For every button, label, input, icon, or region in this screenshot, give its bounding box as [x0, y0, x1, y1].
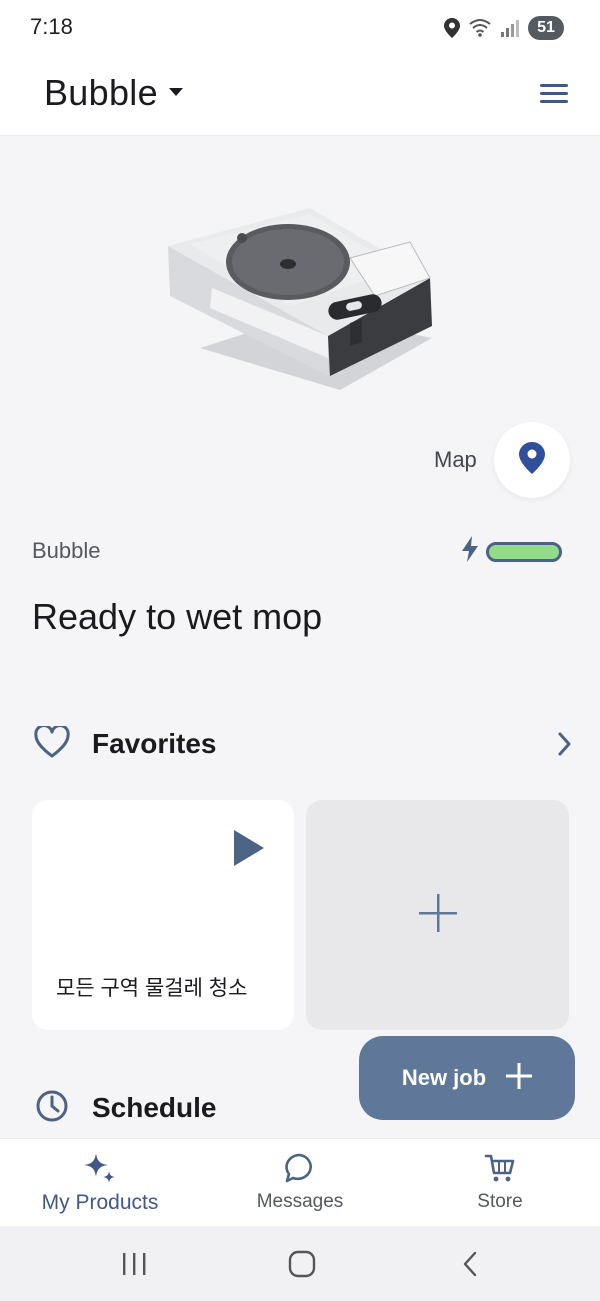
chevron-right-icon[interactable]	[554, 730, 574, 763]
status-icons: 51	[444, 14, 564, 42]
nav-store[interactable]: Store	[400, 1139, 600, 1227]
robot-image	[160, 198, 440, 394]
map-button[interactable]	[494, 422, 570, 498]
chat-bubble-icon	[283, 1151, 317, 1190]
map-pin-icon	[519, 441, 545, 479]
robot-battery-bar	[486, 541, 562, 562]
location-icon	[444, 18, 460, 38]
caret-down-icon	[168, 84, 184, 102]
add-favorite-card[interactable]	[306, 800, 569, 1030]
clock-icon	[34, 1088, 70, 1129]
app-header: Bubble	[0, 54, 600, 136]
plus-icon	[418, 893, 458, 938]
recent-apps-icon[interactable]	[104, 1244, 164, 1284]
nav-messages[interactable]: Messages	[200, 1139, 400, 1227]
robot-battery-indicator	[460, 536, 562, 567]
nav-store-label: Store	[477, 1191, 523, 1212]
home-icon[interactable]	[272, 1244, 332, 1284]
bottom-navigation: My Products Messages Store	[0, 1138, 600, 1226]
system-navigation-bar	[0, 1226, 600, 1301]
new-job-label: New job	[401, 1065, 487, 1090]
new-job-button[interactable]: New job	[359, 1036, 575, 1120]
nav-messages-label: Messages	[256, 1191, 344, 1212]
robot-status-text: Ready to wet mop	[32, 596, 323, 637]
play-icon[interactable]	[232, 830, 264, 871]
app-screen: 7:18 51 Bubble Map Bubble Ready to wet m…	[0, 0, 600, 1301]
battery-icon: 51	[528, 16, 564, 40]
cart-icon	[483, 1151, 517, 1190]
favorite-card[interactable]: 모든 구역 물걸레 청소	[32, 800, 294, 1030]
robot-name-label: Bubble	[32, 538, 101, 563]
hamburger-menu-icon[interactable]	[534, 74, 574, 114]
status-time: 7:18	[30, 14, 73, 39]
map-label: Map	[434, 447, 477, 472]
sparkle-icon	[82, 1151, 118, 1192]
heart-icon	[34, 723, 70, 763]
back-icon[interactable]	[440, 1244, 500, 1284]
plus-icon	[506, 1062, 533, 1094]
charging-bolt-icon	[460, 536, 480, 567]
favorite-card-label: 모든 구역 물걸레 청소	[56, 977, 248, 1000]
device-name: Bubble	[44, 72, 158, 113]
favorites-title: Favorites	[92, 728, 217, 759]
signal-icon	[500, 18, 520, 38]
nav-my-products-label: My Products	[41, 1191, 159, 1214]
wifi-icon	[468, 18, 492, 38]
status-bar: 7:18 51	[0, 0, 600, 54]
nav-my-products[interactable]: My Products	[0, 1139, 200, 1227]
schedule-title: Schedule	[92, 1092, 217, 1123]
device-selector[interactable]: Bubble	[44, 72, 184, 114]
favorites-header: Favorites	[34, 722, 574, 766]
